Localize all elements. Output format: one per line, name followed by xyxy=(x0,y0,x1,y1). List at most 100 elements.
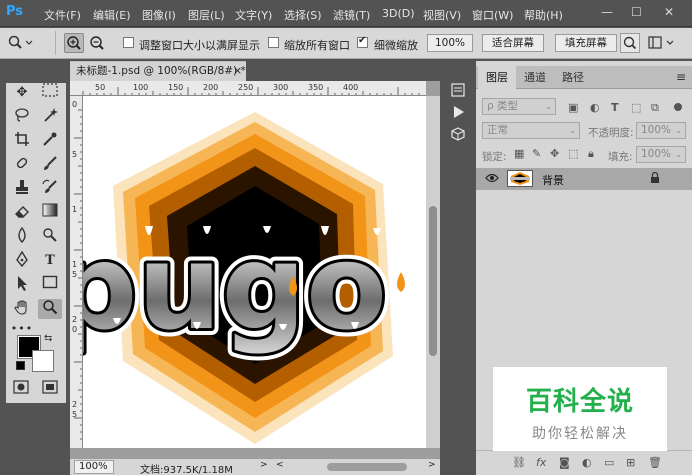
layer-name[interactable]: 背景 xyxy=(542,172,564,188)
workspace-icon[interactable] xyxy=(648,36,676,53)
resize-windows-checkbox[interactable] xyxy=(123,37,134,48)
menu-help[interactable]: 帮助(H) xyxy=(524,7,563,23)
fill-field[interactable]: 100% ⌄ xyxy=(636,146,686,163)
zoom-tool-preset-icon[interactable] xyxy=(8,35,34,55)
clone-stamp-tool-icon[interactable] xyxy=(10,179,34,199)
pen-tool-icon[interactable] xyxy=(10,250,34,271)
fill-screen-button[interactable]: 填充屏幕 xyxy=(555,34,617,52)
menu-file[interactable]: 文件(F) xyxy=(44,7,81,23)
marquee-tool-icon[interactable] xyxy=(38,83,62,103)
new-group-icon[interactable]: ▭ xyxy=(604,456,614,469)
status-doc-size: 文档:937.5K/1.18M xyxy=(140,465,233,475)
zoom-all-windows-checkbox[interactable] xyxy=(268,37,279,48)
eraser-tool-icon[interactable] xyxy=(10,203,34,223)
actions-play-icon[interactable] xyxy=(451,105,465,123)
zoom-tool-icon[interactable] xyxy=(38,299,62,319)
scrubby-zoom-label: 细微缩放 xyxy=(374,39,418,52)
type-tool-icon[interactable]: T xyxy=(38,251,62,271)
move-tool-icon[interactable]: ✥ xyxy=(10,83,34,103)
history-brush-tool-icon[interactable] xyxy=(38,179,62,199)
menu-view[interactable]: 视图(V) xyxy=(423,7,461,23)
lock-position-icon[interactable]: ✥ xyxy=(550,147,559,160)
lock-image-icon[interactable]: ✎ xyxy=(532,147,541,160)
ruler-label: 5 xyxy=(72,150,78,159)
zoom-out-icon[interactable] xyxy=(88,34,106,55)
brush-tool-icon[interactable] xyxy=(38,155,62,175)
background-color-swatch[interactable] xyxy=(32,350,54,372)
3d-panel-icon[interactable] xyxy=(451,127,465,145)
canvas[interactable]: pugo pugo pugo xyxy=(83,96,426,448)
path-selection-tool-icon[interactable] xyxy=(10,275,34,295)
status-menu-arrow-icon[interactable]: > xyxy=(260,460,268,470)
healing-brush-tool-icon[interactable] xyxy=(10,155,34,175)
menu-layer[interactable]: 图层(L) xyxy=(188,7,225,23)
menu-3d[interactable]: 3D(D) xyxy=(382,7,415,20)
delete-layer-icon[interactable]: 🗑︎ xyxy=(648,456,662,469)
zoom-100-button[interactable]: 100% xyxy=(427,34,473,52)
menu-filter[interactable]: 滤镜(T) xyxy=(333,7,370,23)
lock-label: 锁定: xyxy=(482,151,507,163)
eyedropper-tool-icon[interactable] xyxy=(38,131,62,151)
tab-paths[interactable]: 路径 xyxy=(554,66,592,89)
vertical-scrollbar[interactable] xyxy=(426,96,440,448)
layer-style-icon[interactable]: fx xyxy=(536,456,546,469)
ruler-label: 1 xyxy=(72,205,78,214)
document-tab-title: 未标题-1.psd @ 100%(RGB/8#) * xyxy=(76,65,246,77)
filter-toggle-icon[interactable] xyxy=(674,103,682,111)
menu-window[interactable]: 窗口(W) xyxy=(472,7,513,23)
status-zoom-field[interactable]: 100% xyxy=(74,460,114,474)
menu-type[interactable]: 文字(Y) xyxy=(235,7,272,23)
scroll-left-arrow-icon[interactable]: < xyxy=(276,460,284,470)
maximize-button[interactable]: ☐ xyxy=(631,5,642,19)
new-layer-icon[interactable]: ⊞ xyxy=(626,456,635,469)
adjustment-layer-icon[interactable]: ◐ xyxy=(582,456,592,469)
crop-tool-icon[interactable] xyxy=(10,131,34,151)
quick-mask-icon[interactable] xyxy=(13,380,29,397)
scroll-right-arrow-icon[interactable]: > xyxy=(428,460,436,470)
opacity-field[interactable]: 100% ⌄ xyxy=(636,122,686,139)
search-icon[interactable] xyxy=(620,33,640,53)
fit-screen-button[interactable]: 适合屏幕 xyxy=(482,34,544,52)
horizontal-scroll-thumb[interactable] xyxy=(327,463,407,471)
close-document-icon[interactable]: × xyxy=(233,62,242,81)
screen-mode-icon[interactable] xyxy=(42,380,58,397)
chevron-down-icon: ⌄ xyxy=(569,126,576,135)
magic-wand-tool-icon[interactable] xyxy=(38,107,62,127)
blend-mode-select[interactable]: 正常 ⌄ xyxy=(482,122,580,139)
gradient-tool-icon[interactable] xyxy=(38,203,62,223)
scrubby-zoom-checkbox[interactable] xyxy=(357,35,368,48)
lasso-tool-icon[interactable] xyxy=(10,107,34,127)
history-panel-icon[interactable] xyxy=(451,83,465,101)
filter-type-icon[interactable]: T xyxy=(611,101,619,114)
swap-colors-icon[interactable]: ⇆ xyxy=(44,333,52,344)
menu-image[interactable]: 图像(I) xyxy=(142,7,176,23)
lock-all-icon[interactable]: 🔒︎ xyxy=(588,147,594,161)
minimize-button[interactable]: — xyxy=(601,5,613,19)
ruler-label: 1 xyxy=(72,260,78,269)
tab-layers[interactable]: 图层 xyxy=(478,66,516,89)
panel-menu-icon[interactable]: ≡ xyxy=(676,70,686,84)
menu-edit[interactable]: 编辑(E) xyxy=(93,7,131,23)
dodge-tool-icon[interactable] xyxy=(38,227,62,247)
document-tab[interactable]: 未标题-1.psd @ 100%(RGB/8#) * × xyxy=(70,61,246,81)
default-colors-icon[interactable] xyxy=(16,361,25,370)
separator xyxy=(55,31,56,55)
vertical-scroll-thumb[interactable] xyxy=(429,206,437,356)
lock-transparent-icon[interactable]: ▦ xyxy=(514,147,524,160)
menu-select[interactable]: 选择(S) xyxy=(284,7,322,23)
layer-row[interactable]: 背景 xyxy=(476,168,692,190)
filter-adjustment-icon[interactable]: ◐ xyxy=(590,101,600,114)
filter-smart-object-icon[interactable]: ⧉ xyxy=(651,101,659,115)
filter-shape-icon[interactable]: ⬚ xyxy=(631,101,641,114)
rectangle-tool-icon[interactable] xyxy=(38,275,62,295)
layer-filter-select[interactable]: ρ 类型 ⌄ xyxy=(482,98,556,115)
lock-artboard-icon[interactable]: ⬚ xyxy=(568,147,578,160)
blur-tool-icon[interactable] xyxy=(10,226,34,247)
eye-visibility-icon[interactable] xyxy=(485,172,499,187)
link-layers-icon[interactable]: ⛓ xyxy=(512,456,526,469)
close-window-button[interactable]: ✕ xyxy=(664,5,674,19)
tab-channels[interactable]: 通道 xyxy=(516,66,554,89)
zoom-in-icon[interactable] xyxy=(64,33,84,53)
filter-pixel-icon[interactable]: ▣ xyxy=(568,101,578,114)
add-mask-icon[interactable]: ◙ xyxy=(559,456,570,469)
